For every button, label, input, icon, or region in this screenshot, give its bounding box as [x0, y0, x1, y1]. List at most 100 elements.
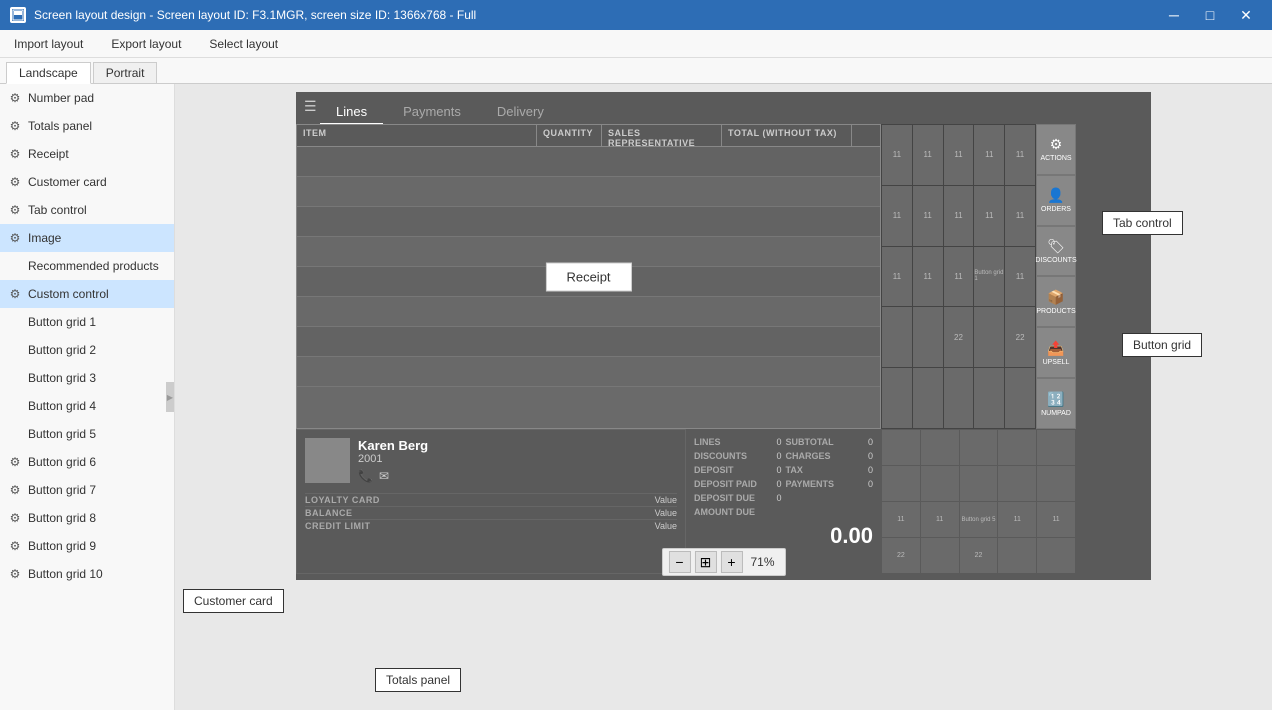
bottom-grid-cell[interactable]: 11 [998, 502, 1036, 537]
grid-cell[interactable] [974, 368, 1004, 428]
bottom-grid-cell[interactable] [998, 538, 1036, 573]
bottom-grid-cell[interactable] [960, 466, 998, 501]
sidebar-item-btn-grid-5[interactable]: ⚙ Button grid 5 [0, 420, 174, 448]
bottom-grid-cell[interactable] [1037, 466, 1075, 501]
tab-landscape[interactable]: Landscape [6, 62, 91, 84]
sidebar-item-totals-panel[interactable]: ⚙ Totals panel [0, 112, 174, 140]
bottom-grid-cell[interactable]: 11 [882, 502, 920, 537]
zoom-in-button[interactable]: + [720, 551, 742, 573]
receipt-row [297, 297, 880, 327]
select-layout-menu[interactable]: Select layout [203, 35, 284, 53]
grid-cell[interactable] [1005, 368, 1035, 428]
bottom-grid-cell[interactable] [998, 430, 1036, 465]
sidebar-item-btn-grid-8[interactable]: ⚙ Button grid 8 [0, 504, 174, 532]
sidebar-item-customer-card[interactable]: ⚙ Customer card [0, 168, 174, 196]
bottom-grid-cell[interactable] [960, 430, 998, 465]
gear-icon: ⚙ [8, 119, 22, 133]
sidebar-item-receipt[interactable]: ⚙ Receipt [0, 140, 174, 168]
grid-cell[interactable] [944, 368, 974, 428]
grid-cell[interactable]: 11 [1005, 125, 1035, 185]
maximize-button[interactable]: □ [1194, 1, 1226, 29]
grid-cell[interactable]: 11 [974, 186, 1004, 246]
grid-cell[interactable]: 11 [882, 247, 912, 307]
orders-button[interactable]: 👤 ORDERS [1036, 175, 1076, 226]
import-layout-menu[interactable]: Import layout [8, 35, 89, 53]
sidebar-item-btn-grid-1[interactable]: ⚙ Button grid 1 [0, 308, 174, 336]
sidebar-item-btn-grid-10[interactable]: ⚙ Button grid 10 [0, 560, 174, 588]
grid-cell[interactable] [913, 368, 943, 428]
zoom-fit-button[interactable]: ⊞ [694, 551, 716, 573]
sidebar-item-tab-control[interactable]: ⚙ Tab control [0, 196, 174, 224]
bottom-grid-cell[interactable] [921, 466, 959, 501]
bottom-grid-cell[interactable] [921, 538, 959, 573]
lines-row: LINES 0 [694, 435, 782, 449]
col-qty: QUANTITY [537, 125, 602, 146]
grid-cell[interactable]: 11 [1005, 186, 1035, 246]
bottom-grid-cell[interactable]: 22 [882, 538, 920, 573]
bottom-grid-cell[interactable] [1037, 538, 1075, 573]
bottom-grid-cell[interactable]: 22 [960, 538, 998, 573]
bottom-grid-cell[interactable]: 11 [921, 502, 959, 537]
deposit-row: DEPOSIT 0 [694, 463, 782, 477]
grid-cell[interactable]: 11 [1005, 247, 1035, 307]
canvas-tab-payments[interactable]: Payments [387, 100, 477, 125]
grid-cell[interactable]: 11 [913, 186, 943, 246]
close-button[interactable]: ✕ [1230, 1, 1262, 29]
canvas-tab-delivery[interactable]: Delivery [481, 100, 560, 125]
actions-button[interactable]: ⚙ ACTIONS [1036, 124, 1076, 175]
grid-cell[interactable]: 22 [944, 307, 974, 367]
amount-due-value: 0.00 [694, 523, 873, 549]
grid-cell[interactable]: 11 [882, 186, 912, 246]
bottom-grid-cell[interactable] [1037, 430, 1075, 465]
numpad-button[interactable]: 🔢 NUMPAD [1036, 378, 1076, 429]
sidebar-item-btn-grid-7[interactable]: ⚙ Button grid 7 [0, 476, 174, 504]
customer-card-annotation: Customer card [183, 589, 284, 613]
charges-row: CHARGES 0 [786, 449, 874, 463]
bottom-grid-cell[interactable]: 11 [1037, 502, 1075, 537]
canvas-tab-lines[interactable]: Lines [320, 100, 383, 125]
grid-cell[interactable]: 11 [913, 125, 943, 185]
grid-cell[interactable]: 22 [1005, 307, 1035, 367]
sidebar-item-recommended[interactable]: ⚙ Recommended products [0, 252, 174, 280]
tax-row: TAX 0 [786, 463, 874, 477]
upsell-button[interactable]: 📤 UPSELL [1036, 327, 1076, 378]
receipt-row [297, 327, 880, 357]
sidebar-item-btn-grid-9[interactable]: ⚙ Button grid 9 [0, 532, 174, 560]
minimize-button[interactable]: ─ [1158, 1, 1190, 29]
hamburger-icon[interactable]: ☰ [304, 98, 317, 115]
discounts-button[interactable]: 🏷 DISCOUNTS [1036, 226, 1076, 277]
bottom-grid-cell[interactable]: Button grid 5 [960, 502, 998, 537]
bottom-grid-cell[interactable] [882, 466, 920, 501]
grid-cell[interactable]: 11 [974, 125, 1004, 185]
sidebar-item-btn-grid-3[interactable]: ⚙ Button grid 3 [0, 364, 174, 392]
grid-cell[interactable] [882, 307, 912, 367]
totals-panel-annotation: Totals panel [375, 668, 461, 692]
grid-cell[interactable] [882, 368, 912, 428]
sidebar-resize-handle[interactable]: ▶ [166, 382, 174, 412]
title-bar: Screen layout design - Screen layout ID:… [0, 0, 1272, 30]
tab-portrait[interactable]: Portrait [93, 62, 158, 83]
grid-cell[interactable]: 11 [944, 125, 974, 185]
grid-cell[interactable]: 11 [882, 125, 912, 185]
grid-cell[interactable]: 11 [913, 247, 943, 307]
sidebar-item-image[interactable]: ⚙ Image [0, 224, 174, 252]
sidebar-item-btn-grid-4[interactable]: ⚙ Button grid 4 [0, 392, 174, 420]
bottom-grid-cell[interactable] [921, 430, 959, 465]
sidebar-item-custom-control[interactable]: ⚙ Custom control [0, 280, 174, 308]
gear-icon: ⚙ [8, 567, 22, 581]
grid-cell[interactable]: Button grid 1 [974, 247, 1004, 307]
grid-cell[interactable]: 11 [944, 247, 974, 307]
zoom-out-button[interactable]: − [668, 551, 690, 573]
export-layout-menu[interactable]: Export layout [105, 35, 187, 53]
bottom-grid-cell[interactable] [998, 466, 1036, 501]
bottom-grid-cell[interactable] [882, 430, 920, 465]
products-button[interactable]: 📦 PRODUCTS [1036, 276, 1076, 327]
gear-icon: ⚙ [8, 147, 22, 161]
sidebar-item-number-pad[interactable]: ⚙ Number pad [0, 84, 174, 112]
sidebar-item-btn-grid-6[interactable]: ⚙ Button grid 6 [0, 448, 174, 476]
grid-cell[interactable]: 11 [944, 186, 974, 246]
grid-cell[interactable] [913, 307, 943, 367]
grid-cell[interactable] [974, 307, 1004, 367]
window-controls: ─ □ ✕ [1158, 1, 1262, 29]
sidebar-item-btn-grid-2[interactable]: ⚙ Button grid 2 [0, 336, 174, 364]
